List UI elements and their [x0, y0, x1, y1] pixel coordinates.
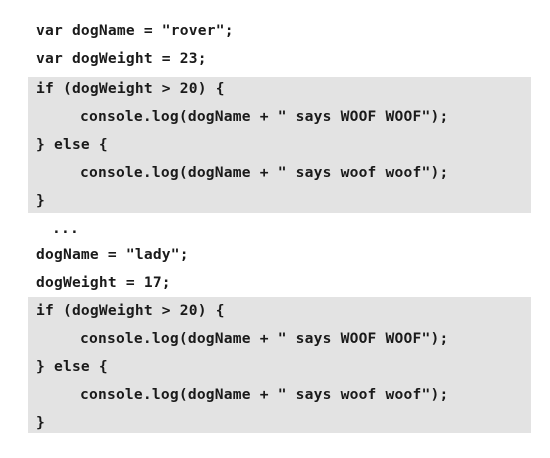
- code-line-var-dogname: var dogName = "rover";: [36, 18, 234, 44]
- code-text: } else {: [36, 136, 108, 153]
- code-line-close-brace: }: [36, 188, 45, 214]
- code-line-console-loud: console.log(dogName + " says WOOF WOOF")…: [80, 104, 448, 130]
- code-line-else: } else {: [36, 132, 108, 158]
- code-text: if (dogWeight > 20) {: [36, 302, 225, 319]
- code-line-ellipsis: ...: [52, 216, 79, 242]
- code-listing: var dogName = "rover"; var dogWeight = 2…: [0, 0, 550, 458]
- code-text: }: [36, 414, 45, 431]
- code-text: ...: [52, 220, 79, 237]
- code-text: dogName = "lady";: [36, 246, 189, 263]
- code-line-assign-dogweight: dogWeight = 17;: [36, 270, 171, 296]
- code-text: var dogName = "rover";: [36, 22, 234, 39]
- code-text: console.log(dogName + " says woof woof")…: [80, 164, 449, 181]
- code-line-console-soft: console.log(dogName + " says woof woof")…: [80, 382, 448, 408]
- code-line-if: if (dogWeight > 20) {: [36, 76, 225, 102]
- code-text: console.log(dogName + " says woof woof")…: [80, 386, 449, 403]
- code-text: console.log(dogName + " says WOOF WOOF")…: [80, 330, 449, 347]
- code-line-var-dogweight: var dogWeight = 23;: [36, 46, 207, 72]
- code-line-if: if (dogWeight > 20) {: [36, 298, 225, 324]
- code-text: if (dogWeight > 20) {: [36, 80, 225, 97]
- code-line-close-brace: }: [36, 410, 45, 436]
- code-text: dogWeight = 17;: [36, 274, 171, 291]
- code-line-console-loud: console.log(dogName + " says WOOF WOOF")…: [80, 326, 448, 352]
- code-text: } else {: [36, 358, 108, 375]
- code-text: console.log(dogName + " says WOOF WOOF")…: [80, 108, 449, 125]
- code-line-assign-dogname: dogName = "lady";: [36, 242, 189, 268]
- code-text: var dogWeight = 23;: [36, 50, 207, 67]
- code-text: }: [36, 192, 45, 209]
- code-line-console-soft: console.log(dogName + " says woof woof")…: [80, 160, 448, 186]
- code-line-else: } else {: [36, 354, 108, 380]
